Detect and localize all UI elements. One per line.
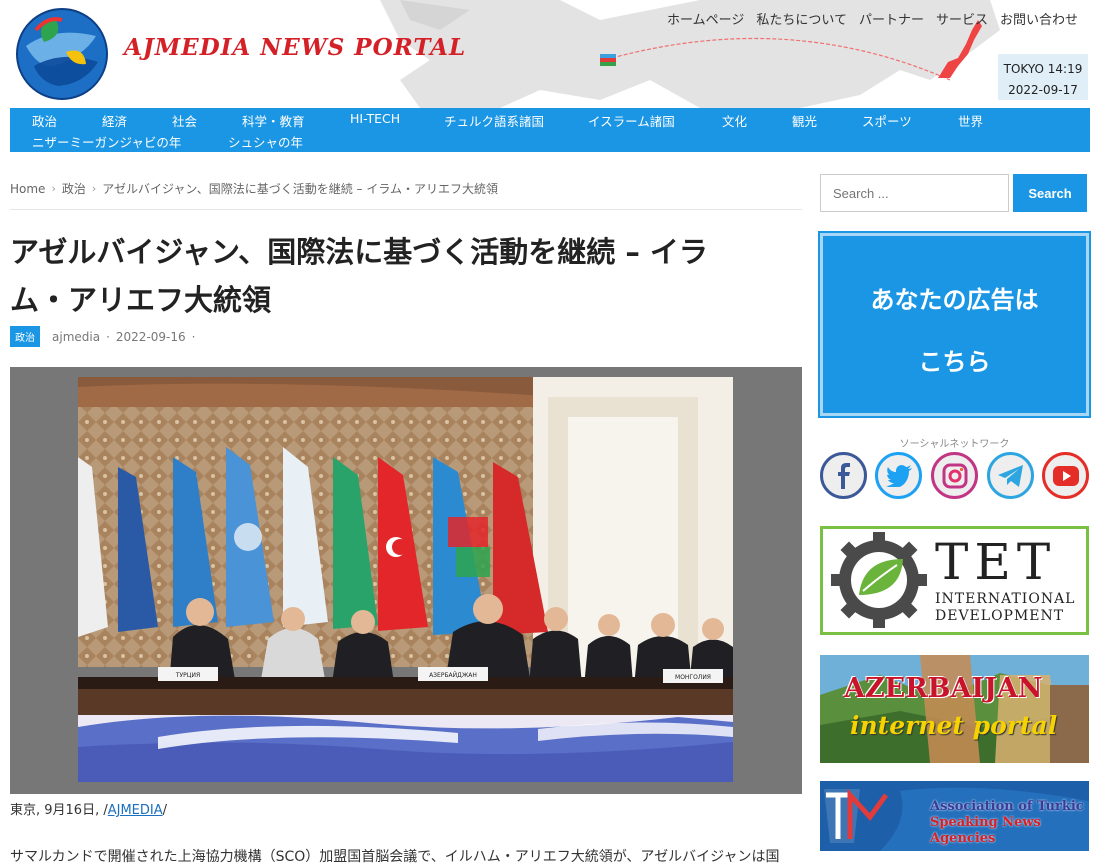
tet-line2: DEVELOPMENT	[935, 608, 1065, 624]
breadcrumb-home[interactable]: Home	[10, 182, 45, 196]
menu-contact[interactable]: お問い合わせ	[1000, 9, 1078, 28]
nav-economy[interactable]: 経済	[102, 111, 127, 130]
category-badge[interactable]: 政治	[10, 326, 40, 347]
top-menu: ホームページ 私たちについて パートナー サービス お問い合わせ	[667, 9, 1078, 28]
nav-sports[interactable]: スポーツ	[862, 111, 912, 130]
azp-subtitle: internet portal	[850, 711, 1058, 740]
clock-time: TOKYO 14:19	[1003, 62, 1083, 76]
tka-line1: Association of Turkic	[930, 799, 1084, 814]
article-title-line2: ム・アリエフ大統領	[10, 283, 272, 317]
nav-world[interactable]: 世界	[958, 111, 983, 130]
breadcrumb-category[interactable]: 政治	[62, 180, 86, 197]
clock-date: 2022-09-17	[1008, 83, 1078, 97]
ad-text-line2: こちら	[918, 348, 991, 376]
nav-culture[interactable]: 文化	[722, 111, 747, 130]
azerbaijan-internet-portal-banner[interactable]: AZERBAIJAN internet portal	[820, 655, 1089, 763]
search-input[interactable]	[820, 174, 1009, 212]
tokyo-clock: TOKYO 14:19 2022-09-17	[998, 54, 1088, 100]
meta-separator: ·	[191, 329, 196, 344]
breadcrumb: Home › 政治 › アゼルバイジャン、国際法に基づく活動を継続 – イラム・…	[10, 180, 498, 197]
instagram-icon[interactable]	[931, 452, 978, 499]
menu-about[interactable]: 私たちについて	[756, 9, 847, 28]
tka-line2: Speaking News Agencies	[930, 815, 1041, 846]
social-network-label: ソーシャルネットワーク	[899, 439, 1010, 450]
summit-photo: ТУРЦИЯ АЗЕРБАЙДЖАН МОНГОЛИЯ	[78, 377, 733, 782]
azerbaijan-map-marker	[600, 54, 616, 66]
menu-services[interactable]: サービス	[936, 9, 988, 28]
search-button[interactable]: Search	[1013, 174, 1087, 212]
nav-society[interactable]: 社会	[172, 111, 197, 130]
nav-turkic[interactable]: チュルク語系諸国	[444, 111, 544, 130]
nameplate-azerbaijan: АЗЕРБАЙДЖАН	[429, 672, 477, 679]
article-author[interactable]: ajmedia	[52, 330, 100, 344]
caption-source-link[interactable]: AJMEDIA	[108, 803, 163, 818]
tet-big-letters: TET	[935, 533, 1057, 591]
ajmedia-logo[interactable]	[14, 6, 110, 102]
caption-prefix: 東京, 9月16日, /	[10, 803, 108, 818]
nameplate-mongolia: МОНГОЛИЯ	[675, 674, 711, 681]
nav-tourism[interactable]: 観光	[792, 111, 817, 130]
nav-shusha-year[interactable]: シュシャの年	[228, 132, 303, 151]
tet-line1: INTERNATIONAL	[935, 591, 1076, 607]
facebook-icon[interactable]	[820, 452, 867, 499]
nameplate-turkey: ТУРЦИЯ	[175, 672, 200, 679]
article-body-text: サマルカンドで開催された上海協力機構（SCO）加盟国首脳会議で、イルハム・アリエ…	[10, 849, 780, 865]
site-header: AJMEDIA NEWS PORTAL ホームページ 私たちについて パートナー…	[0, 0, 1098, 108]
article-photo-frame: ТУРЦИЯ АЗЕРБАЙДЖАН МОНГОЛИЯ	[10, 367, 802, 794]
article-meta: 政治 ajmedia · 2022-09-16 ·	[10, 326, 195, 347]
meta-separator: ·	[106, 329, 110, 344]
menu-home[interactable]: ホームページ	[667, 9, 744, 28]
article-date: 2022-09-16	[115, 329, 186, 344]
article-title-line1: アゼルバイジャン、国際法に基づく活動を継続 – イラ	[10, 235, 708, 269]
breadcrumb-divider	[10, 209, 802, 210]
main-navigation: 政治 経済 社会 科学・教育 HI-TECH チュルク語系諸国 イスラーム諸国 …	[10, 108, 1090, 152]
youtube-icon[interactable]	[1042, 452, 1089, 499]
chevron-right-icon: ›	[51, 182, 56, 195]
photo-caption: 東京, 9月16日, /AJMEDIA/	[10, 799, 167, 818]
site-brand-title[interactable]: AJMEDIA NEWS PORTAL	[124, 34, 466, 61]
nav-hitech[interactable]: HI-TECH	[350, 111, 400, 126]
chevron-right-icon: ›	[91, 182, 97, 195]
article-title: アゼルバイジャン、国際法に基づく活動を継続 – イラ ム・アリエフ大統領	[10, 228, 800, 324]
nav-nizami-year[interactable]: ニザーミーガンジャビの年	[32, 132, 181, 151]
caption-suffix: /	[162, 803, 168, 818]
twitter-icon[interactable]	[875, 452, 922, 499]
nav-science[interactable]: 科学・教育	[242, 111, 305, 130]
ad-text-line1: あなたの広告は	[870, 286, 1039, 314]
breadcrumb-current: アゼルバイジャン、国際法に基づく活動を継続 – イラム・アリエフ大統領	[102, 182, 498, 196]
azerbaijan-landscape-image	[820, 655, 1089, 763]
nav-politics[interactable]: 政治	[32, 111, 57, 130]
tet-international-banner[interactable]: TET INTERNATIONAL DEVELOPMENT	[820, 526, 1089, 635]
turkic-news-agencies-banner[interactable]: Association of Turkic Speaking News Agen…	[820, 781, 1089, 851]
nav-islamic[interactable]: イスラーム諸国	[588, 111, 675, 130]
azp-title: AZERBAIJAN	[844, 673, 1043, 704]
advertise-here-banner[interactable]: あなたの広告は こちら	[818, 231, 1091, 418]
telegram-icon[interactable]	[987, 452, 1034, 499]
menu-partners[interactable]: パートナー	[859, 9, 924, 28]
